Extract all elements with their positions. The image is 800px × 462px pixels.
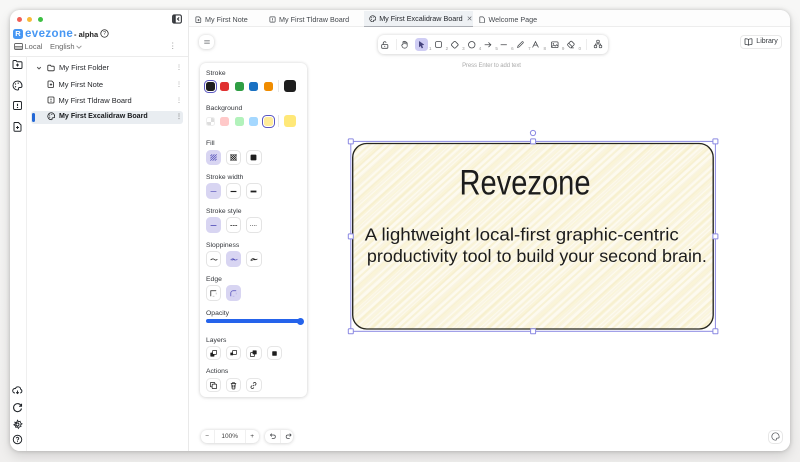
svg-text:productivity tool to build you: productivity tool to build your second b… [367,246,707,266]
svg-text:?: ? [103,31,106,37]
svg-text:Revezone: Revezone [460,163,591,202]
svg-text:A lightweight local-first grap: A lightweight local-first graphic-centri… [365,225,679,245]
